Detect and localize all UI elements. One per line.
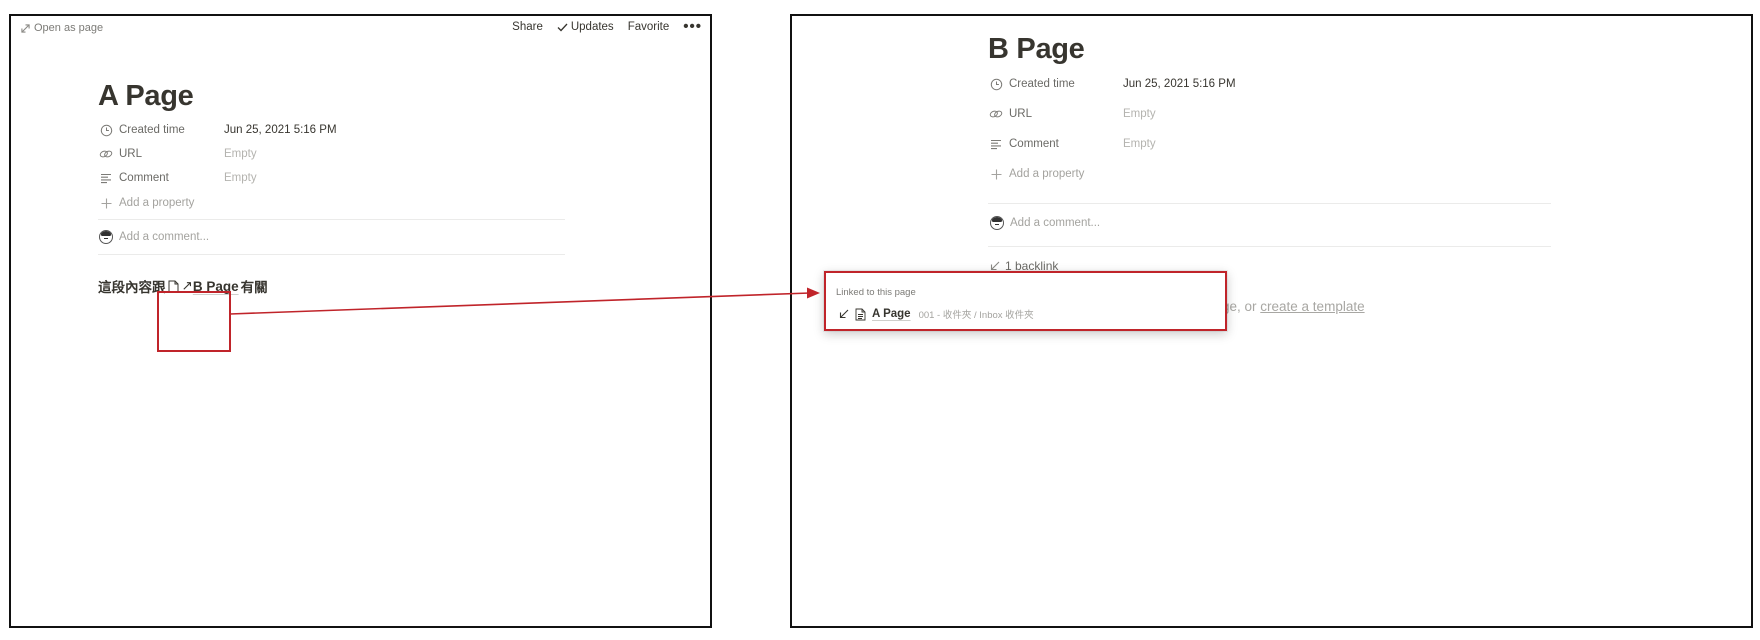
backlink-item[interactable]: A Page 001 - 收件夾 / Inbox 收件夾 — [839, 307, 1034, 321]
property-url[interactable]: URL Empty — [98, 143, 257, 165]
divider — [98, 254, 565, 255]
updates-button[interactable]: Updates — [557, 21, 614, 33]
avatar — [99, 230, 113, 244]
topbar-actions: Share Updates Favorite ••• — [512, 19, 702, 34]
property-name: Comment — [119, 172, 169, 184]
comment-placeholder: Add a comment... — [119, 231, 210, 243]
popup-header: Linked to this page — [836, 287, 916, 298]
link-icon — [98, 146, 114, 162]
property-value[interactable]: Empty — [1123, 108, 1156, 120]
arrow-down-left-icon — [990, 261, 1000, 271]
add-property-label: Add a property — [119, 197, 195, 209]
page-icon — [855, 308, 866, 320]
property-name: Created time — [119, 124, 185, 136]
text-lines-icon — [98, 170, 114, 186]
property-value[interactable]: Empty — [224, 172, 257, 184]
more-options-icon[interactable]: ••• — [683, 19, 702, 34]
share-button[interactable]: Share — [512, 21, 543, 33]
add-property-button[interactable]: Add a property — [98, 192, 194, 214]
avatar — [990, 216, 1004, 230]
create-template-link[interactable]: create a template — [1260, 299, 1364, 314]
property-value: Jun 25, 2021 5:16 PM — [224, 124, 337, 136]
highlight-box-mention — [157, 291, 231, 352]
divider — [988, 203, 1551, 204]
link-icon — [988, 106, 1004, 122]
favorite-button[interactable]: Favorite — [628, 21, 670, 33]
property-comment[interactable]: Comment Empty — [98, 167, 257, 189]
page-title[interactable]: B Page — [988, 33, 1085, 66]
divider — [988, 246, 1551, 247]
property-created-time[interactable]: Created time Jun 25, 2021 5:16 PM — [98, 119, 337, 141]
plus-icon — [988, 166, 1004, 182]
expand-icon — [21, 23, 30, 33]
property-name: Comment — [1009, 138, 1059, 150]
add-property-label: Add a property — [1009, 168, 1085, 180]
hint-prefix: ge, or — [1222, 299, 1261, 314]
open-as-page-button[interactable]: Open as page — [21, 22, 103, 34]
comment-input[interactable]: Add a comment... — [99, 230, 209, 244]
clock-icon — [988, 76, 1004, 92]
backlink-name: A Page — [872, 308, 911, 320]
property-value[interactable]: Empty — [224, 148, 257, 160]
property-value: Jun 25, 2021 5:16 PM — [1123, 78, 1236, 90]
divider — [98, 219, 565, 220]
add-property-button[interactable]: Add a property — [988, 163, 1084, 185]
backlinks-popup: Linked to this page A Page 001 - 收件夾 / I… — [824, 271, 1227, 331]
backlink-path: 001 - 收件夾 / Inbox 收件夾 — [918, 310, 1034, 321]
page-a-window: Open as page Share Updates Favorite ••• … — [9, 14, 712, 628]
body-text-suffix: 有關 — [240, 280, 268, 295]
property-value[interactable]: Empty — [1123, 138, 1156, 150]
property-created-time[interactable]: Created time Jun 25, 2021 5:16 PM — [988, 73, 1236, 95]
comment-placeholder: Add a comment... — [1010, 217, 1101, 229]
updates-label: Updates — [570, 21, 614, 33]
property-name: URL — [1009, 108, 1033, 120]
plus-icon — [98, 195, 114, 211]
property-url[interactable]: URL Empty — [988, 103, 1156, 125]
clock-icon — [98, 122, 114, 138]
property-comment[interactable]: Comment Empty — [988, 133, 1156, 155]
page-title[interactable]: A Page — [98, 80, 194, 113]
empty-page-hint: ge, or create a template — [1222, 299, 1365, 314]
open-as-page-label: Open as page — [34, 22, 104, 34]
arrow-down-left-icon — [839, 309, 849, 319]
property-name: URL — [119, 148, 143, 160]
check-icon — [557, 23, 568, 31]
body-text-prefix: 這段內容跟 — [98, 280, 166, 295]
text-lines-icon — [988, 136, 1004, 152]
comment-input[interactable]: Add a comment... — [990, 216, 1100, 230]
property-name: Created time — [1009, 78, 1075, 90]
